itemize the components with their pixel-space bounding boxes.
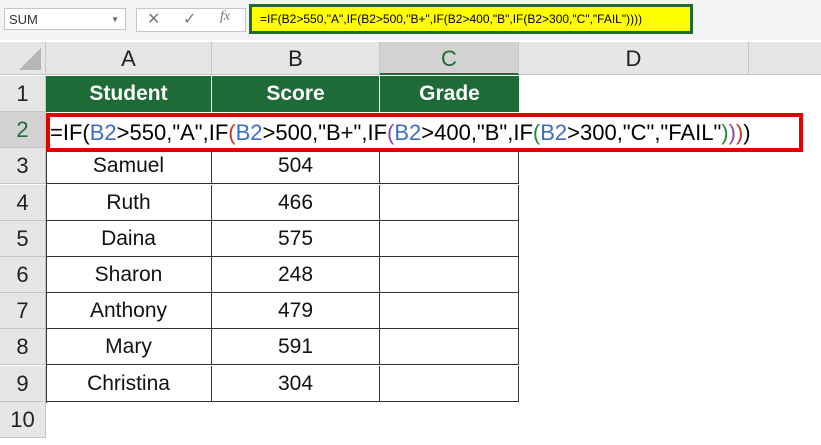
- column-header-d[interactable]: D: [519, 42, 749, 75]
- row-header-8[interactable]: 8: [0, 329, 46, 366]
- row-header-3[interactable]: 3: [0, 148, 46, 185]
- cell-student[interactable]: Sharon: [46, 257, 212, 293]
- cell-grade[interactable]: [380, 293, 519, 330]
- formula-ref: B2: [89, 120, 117, 145]
- cell-student[interactable]: Christina: [46, 365, 212, 402]
- formula-ref: B2: [540, 120, 568, 145]
- formula-part: >400,"B",IF: [421, 120, 533, 145]
- row-header-6[interactable]: 6: [0, 257, 46, 293]
- row-header-7[interactable]: 7: [0, 293, 46, 330]
- cell-grade[interactable]: [380, 257, 519, 293]
- formula-part: =IF(: [50, 120, 90, 145]
- cell-grade[interactable]: [380, 220, 519, 257]
- table-border: [46, 150, 47, 403]
- formula-paren: (: [228, 120, 236, 145]
- header-student[interactable]: Student: [46, 76, 212, 112]
- name-box-value: SUM: [9, 12, 38, 27]
- cell-score[interactable]: 479: [212, 293, 380, 330]
- cell-student[interactable]: Anthony: [46, 293, 212, 330]
- formula-paren: ): [743, 120, 751, 145]
- column-header-b[interactable]: B: [212, 42, 380, 75]
- formula-part: >550,"A",IF: [116, 120, 229, 145]
- row-header-10[interactable]: 10: [0, 401, 46, 438]
- cell-student[interactable]: Daina: [46, 220, 212, 257]
- enter-check-icon[interactable]: ✓: [183, 9, 196, 29]
- formula-ref: B2: [235, 120, 263, 145]
- row-header-5[interactable]: 5: [0, 220, 46, 257]
- name-box[interactable]: SUM ▼: [4, 8, 126, 30]
- select-all-button[interactable]: [0, 42, 46, 75]
- cell-score[interactable]: 248: [212, 257, 380, 293]
- cell-score[interactable]: 575: [212, 220, 380, 257]
- row-header-9[interactable]: 9: [0, 365, 46, 402]
- chevron-down-icon[interactable]: ▼: [111, 9, 119, 31]
- cell-grade[interactable]: [380, 329, 519, 366]
- cell-student[interactable]: Samuel: [46, 148, 212, 185]
- column-header-e[interactable]: [749, 42, 821, 75]
- header-grade[interactable]: Grade: [380, 76, 519, 112]
- cell-student[interactable]: Ruth: [46, 184, 212, 221]
- row-header-4[interactable]: 4: [0, 184, 46, 221]
- column-header-a[interactable]: A: [46, 42, 212, 75]
- formula-ref: B2: [394, 120, 422, 145]
- header-score[interactable]: Score: [212, 76, 380, 112]
- cell-grade[interactable]: [380, 148, 519, 185]
- formula-paren: ): [721, 120, 729, 145]
- column-header-c[interactable]: C: [380, 42, 519, 75]
- cell-grade[interactable]: [380, 184, 519, 221]
- cell-score[interactable]: 591: [212, 329, 380, 366]
- formula-part: >300,"C","FAIL": [567, 120, 722, 145]
- cancel-icon[interactable]: ✕: [147, 9, 160, 29]
- cell-score[interactable]: 304: [212, 365, 380, 402]
- cell-c2-formula-editing[interactable]: =IF(B2>550,"A",IF(B2>500,"B+",IF(B2>400,…: [46, 113, 803, 152]
- cell-student[interactable]: Mary: [46, 329, 212, 366]
- formula-part: >500,"B+",IF: [262, 120, 388, 145]
- cell-score[interactable]: 466: [212, 184, 380, 221]
- row-header-2[interactable]: 2: [0, 112, 46, 149]
- cell-score[interactable]: 504: [212, 148, 380, 185]
- cell-grade[interactable]: [380, 365, 519, 402]
- formula-paren: ): [728, 120, 736, 145]
- formula-bar-input[interactable]: =IF(B2>550,"A",IF(B2>500,"B+",IF(B2>400,…: [249, 4, 693, 34]
- insert-function-icon[interactable]: fx: [220, 9, 230, 25]
- row-header-1[interactable]: 1: [0, 76, 46, 112]
